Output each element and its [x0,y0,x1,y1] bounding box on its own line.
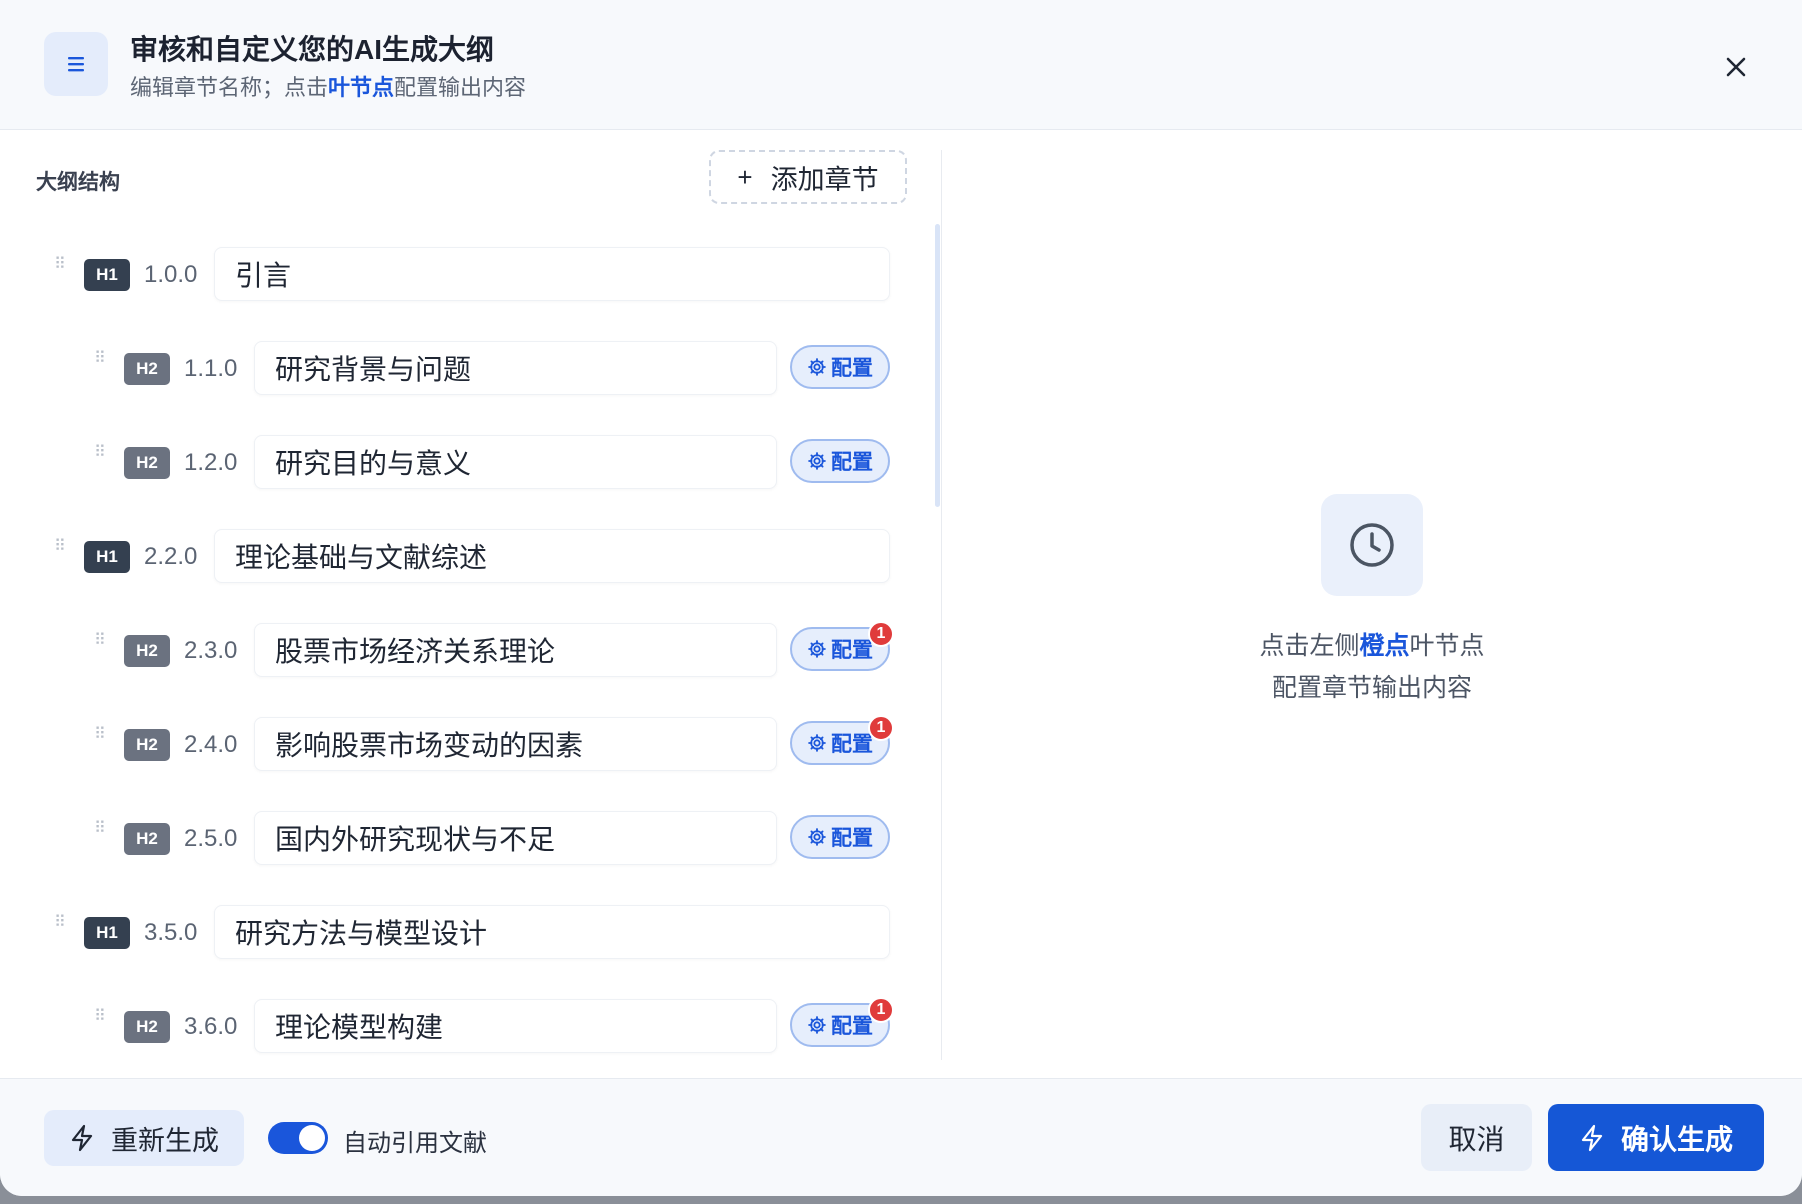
cancel-button[interactable]: 取消 [1421,1104,1532,1171]
hint-text-end: 叶节点 [1409,632,1485,660]
config-button[interactable]: 配置 1 [790,997,894,1047]
dialog-header: 审核和自定义您的AI生成大纲 编辑章节名称；点击叶节点配置输出内容 [0,0,1802,130]
section-number: 3.5.0 [144,919,198,946]
gear-icon [808,734,826,752]
outline-row: ⠿ H1 2.2.0 理论基础与文献综述 [0,527,900,583]
section-number: 2.3.0 [184,637,238,664]
close-button[interactable] [1714,45,1758,89]
section-number: 1.2.0 [184,449,238,476]
drag-handle-icon[interactable]: ⠿ [54,539,66,567]
section-number: 1.1.0 [184,355,238,382]
section-number: 2.4.0 [184,731,238,758]
drag-handle-icon[interactable]: ⠿ [54,915,66,943]
placeholder-hint: 点击左侧橙点叶节点 [1130,626,1614,662]
placeholder-hint-line2: 配置章节输出内容 [1271,674,1472,702]
level-tag: H2 [124,353,170,385]
auto-cite-toggle[interactable] [268,1122,328,1154]
add-section-label: 添加章节 [770,164,879,195]
outline-row: ⠿ H2 2.5.0 国内外研究现状与不足 配置 [0,809,900,865]
panel-divider [941,150,942,1060]
section-number: 2.5.0 [184,825,238,852]
outline-row: ⠿ H1 1.0.0 引言 [0,245,900,301]
outline-structure-label: 大纲结构 [36,171,120,194]
config-button[interactable]: 配置 [790,345,890,389]
drag-handle-icon[interactable]: ⠿ [94,727,106,755]
notification-badge: 1 [868,997,894,1023]
config-label: 配置 [831,357,873,380]
regenerate-button[interactable]: 重新生成 [44,1110,244,1166]
drag-handle-icon[interactable]: ⠿ [94,821,106,849]
hint-highlight: 橙点 [1359,632,1410,660]
section-number: 1.0.0 [144,261,198,288]
level-tag: H1 [84,917,130,949]
drag-handle-icon[interactable]: ⠿ [94,351,106,379]
subtitle-text-end: 配置输出内容 [394,75,527,100]
notification-badge: 1 [868,715,894,741]
close-icon [1726,57,1746,77]
section-title-input[interactable]: 影响股票市场变动的因素 [254,717,777,771]
dialog-subtitle: 编辑章节名称；点击叶节点配置输出内容 [130,70,526,102]
auto-cite-label: 自动引用文献 [343,1130,487,1157]
dialog-title: 审核和自定义您的AI生成大纲 [130,34,495,65]
drag-handle-icon[interactable]: ⠿ [94,445,106,473]
section-title-input[interactable]: 国内外研究现状与不足 [254,811,777,865]
section-title-input[interactable]: 引言 [214,247,890,301]
toggle-knob [299,1125,325,1151]
section-title-input[interactable]: 研究目的与意义 [254,435,777,489]
section-number: 2.2.0 [144,543,198,570]
add-section-button[interactable]: + 添加章节 [709,150,907,204]
level-tag: H2 [124,729,170,761]
gear-icon [808,828,826,846]
gear-icon [808,358,826,376]
subtitle-highlight: 叶节点 [328,75,395,100]
level-tag: H2 [124,447,170,479]
outline-scrollbar[interactable] [935,224,940,507]
notification-badge: 1 [868,621,894,647]
level-tag: H1 [84,259,130,291]
lightning-icon [71,1124,93,1152]
section-title-input[interactable]: 理论基础与文献综述 [214,529,890,583]
gear-icon [808,1016,826,1034]
confirm-generate-button[interactable]: 确认生成 [1548,1104,1764,1171]
outline-row: ⠿ H2 2.4.0 影响股票市场变动的因素 配置 1 [0,715,900,771]
config-button[interactable]: 配置 [790,815,890,859]
outline-row: ⠿ H2 1.2.0 研究目的与意义 配置 [0,433,900,489]
config-label: 配置 [831,639,873,662]
level-tag: H1 [84,541,130,573]
section-number: 3.6.0 [184,1013,238,1040]
drag-handle-icon[interactable]: ⠿ [54,257,66,285]
subtitle-text: 编辑章节名称；点击 [130,75,329,100]
outline-row: ⠿ H2 2.3.0 股票市场经济关系理论 配置 1 [0,621,900,677]
config-button[interactable]: 配置 1 [790,621,894,671]
lightning-icon [1581,1124,1603,1151]
regenerate-label: 重新生成 [111,1125,219,1156]
section-title-input[interactable]: 理论模型构建 [254,999,777,1053]
outline-row: ⠿ H2 3.6.0 理论模型构建 配置 1 [0,997,900,1053]
clock-icon [1321,494,1423,596]
drag-handle-icon[interactable]: ⠿ [94,1009,106,1037]
config-label: 配置 [831,827,873,850]
config-label: 配置 [831,1015,873,1038]
outline-list: ⠿ H1 1.0.0 引言 ⠿ H2 1.1.0 研究背景与问题 配置 ⠿ H2 1.2.0 研究目的与… [0,220,940,1060]
outline-row: ⠿ H2 1.1.0 研究背景与问题 配置 [0,339,900,395]
drag-handle-icon[interactable]: ⠿ [94,633,106,661]
config-button[interactable]: 配置 [790,439,890,483]
list-icon [44,32,108,96]
confirm-label: 确认生成 [1620,1123,1733,1155]
level-tag: H2 [124,635,170,667]
gear-icon [808,640,826,658]
config-label: 配置 [831,451,873,474]
outline-row: ⠿ H1 3.5.0 研究方法与模型设计 [0,903,900,959]
section-title-input[interactable]: 研究背景与问题 [254,341,777,395]
config-label: 配置 [831,733,873,756]
hint-text: 点击左侧 [1259,632,1360,660]
level-tag: H2 [124,823,170,855]
config-button[interactable]: 配置 1 [790,715,894,765]
level-tag: H2 [124,1011,170,1043]
outline-review-dialog: 审核和自定义您的AI生成大纲 编辑章节名称；点击叶节点配置输出内容 大纲结构 +… [0,0,1802,1196]
section-title-input[interactable]: 研究方法与模型设计 [214,905,890,959]
section-title-input[interactable]: 股票市场经济关系理论 [254,623,777,677]
gear-icon [808,452,826,470]
plus-icon: + [737,161,753,192]
